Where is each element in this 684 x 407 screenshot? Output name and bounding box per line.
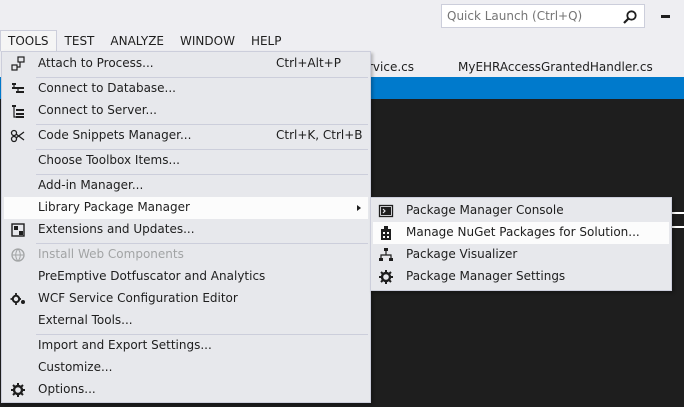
menu-item-install-web-components: Install Web Components xyxy=(4,244,368,266)
editor-line xyxy=(672,212,684,214)
submenu-item-package-visualizer[interactable]: Package Visualizer xyxy=(373,244,669,266)
submenu-item-label: Package Manager Console xyxy=(406,203,564,217)
nuget-package-icon xyxy=(381,226,391,240)
gear-icon xyxy=(379,270,393,284)
menu-item-label: WCF Service Configuration Editor xyxy=(38,291,238,305)
menu-item-connect-database[interactable]: Connect to Database... xyxy=(4,78,368,100)
search-icon[interactable] xyxy=(622,9,638,25)
quick-launch-input[interactable] xyxy=(447,6,617,26)
menu-item-wcf-service-config[interactable]: WCF Service Configuration Editor xyxy=(4,288,368,310)
menu-item-preemptive-dotfuscator[interactable]: PreEmptive Dotfuscator and Analytics xyxy=(4,266,368,288)
menu-item-label: External Tools... xyxy=(38,313,133,327)
menu-item-label: Attach to Process... xyxy=(38,56,154,70)
menu-item-label: Extensions and Updates... xyxy=(38,222,195,236)
menu-item-label: Connect to Database... xyxy=(38,81,176,95)
menu-item-import-export-settings[interactable]: Import and Export Settings... xyxy=(4,335,368,357)
visualizer-icon xyxy=(379,248,393,261)
console-icon xyxy=(378,204,394,218)
menu-item-label: Customize... xyxy=(38,360,113,374)
minimize-icon xyxy=(660,14,670,18)
gear-icon xyxy=(11,383,25,397)
menu-item-external-tools[interactable]: External Tools... xyxy=(4,310,368,332)
minimize-button[interactable] xyxy=(655,6,675,26)
menu-item-add-in-manager[interactable]: Add-in Manager... xyxy=(4,175,368,197)
menu-test[interactable]: TEST xyxy=(57,30,103,52)
menu-help[interactable]: HELP xyxy=(243,30,290,52)
connect-server-icon xyxy=(12,105,24,118)
menu-item-label: Import and Export Settings... xyxy=(38,338,212,352)
menu-item-label: Install Web Components xyxy=(38,247,184,261)
attach-process-icon xyxy=(11,56,25,71)
menu-item-connect-server[interactable]: Connect to Server... xyxy=(4,100,368,122)
submenu-item-package-manager-settings[interactable]: Package Manager Settings xyxy=(373,266,669,288)
menu-item-label: Library Package Manager xyxy=(38,200,190,214)
submenu-item-label: Package Manager Settings xyxy=(406,269,566,283)
menu-item-label: Options... xyxy=(38,382,96,396)
menu-item-shortcut: Ctrl+Alt+P xyxy=(276,56,341,70)
menu-item-label: Add-in Manager... xyxy=(38,178,144,192)
menu-item-label: Code Snippets Manager... xyxy=(38,128,192,142)
menu-analyze[interactable]: ANALYZE xyxy=(102,30,172,52)
editor-line xyxy=(672,226,684,228)
menu-item-options[interactable]: Options... xyxy=(4,379,368,401)
menu-item-attach-to-process[interactable]: Attach to Process... Ctrl+Alt+P xyxy=(4,53,368,75)
quick-launch-box[interactable] xyxy=(441,4,645,28)
code-snippets-icon xyxy=(10,129,25,143)
submenu-item-package-manager-console[interactable]: Package Manager Console xyxy=(373,200,669,222)
menu-tools[interactable]: TOOLS xyxy=(0,30,57,52)
connect-database-icon xyxy=(12,83,24,93)
tab-service[interactable]: rvice.cs xyxy=(368,60,414,74)
wcf-config-icon xyxy=(10,293,25,305)
extensions-icon xyxy=(11,223,25,237)
submenu-arrow-icon xyxy=(357,205,361,211)
library-package-manager-submenu: Package Manager Console Manage NuGet Pac… xyxy=(370,197,672,291)
menu-item-extensions-updates[interactable]: Extensions and Updates... xyxy=(4,219,368,241)
submenu-item-label: Manage NuGet Packages for Solution... xyxy=(406,225,640,239)
menu-item-code-snippets[interactable]: Code Snippets Manager... Ctrl+K, Ctrl+B xyxy=(4,125,368,147)
menu-bar: TOOLS TEST ANALYZE WINDOW HELP xyxy=(0,30,289,52)
menu-window[interactable]: WINDOW xyxy=(172,30,243,52)
tools-menu: Attach to Process... Ctrl+Alt+P Connect … xyxy=(1,51,371,403)
submenu-item-manage-nuget-packages[interactable]: Manage NuGet Packages for Solution... xyxy=(373,222,669,244)
tab-my-ehr-handler[interactable]: MyEHRAccessGrantedHandler.cs xyxy=(458,60,653,74)
menu-item-shortcut: Ctrl+K, Ctrl+B xyxy=(276,128,363,142)
submenu-item-label: Package Visualizer xyxy=(406,247,518,261)
menu-item-label: Connect to Server... xyxy=(38,103,157,117)
menu-item-label: PreEmptive Dotfuscator and Analytics xyxy=(38,269,266,283)
menu-item-choose-toolbox-items[interactable]: Choose Toolbox Items... xyxy=(4,150,368,172)
menu-item-label: Choose Toolbox Items... xyxy=(38,153,180,167)
web-components-icon xyxy=(11,248,25,262)
menu-item-customize[interactable]: Customize... xyxy=(4,357,368,379)
menu-item-library-package-manager[interactable]: Library Package Manager xyxy=(4,197,368,219)
